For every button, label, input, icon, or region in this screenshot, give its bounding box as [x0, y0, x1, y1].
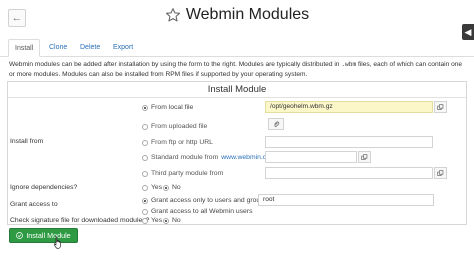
- arrow-left-icon: ←: [11, 12, 23, 24]
- radio-button[interactable]: [142, 184, 148, 191]
- copy-icon: [437, 169, 444, 176]
- radio-button[interactable]: [142, 139, 148, 146]
- radio-button[interactable]: [142, 123, 148, 130]
- standard-module-input[interactable]: [265, 151, 357, 163]
- install-module-button[interactable]: Install Module: [9, 228, 78, 243]
- tab-clone[interactable]: Clone: [43, 39, 73, 57]
- radio-button[interactable]: [142, 208, 148, 215]
- radio-standard-module[interactable]: Standard module from www.webmin.com: [142, 154, 276, 161]
- back-button[interactable]: ←: [8, 9, 26, 27]
- wbm-extension: .wbm: [341, 61, 357, 68]
- page-title: Webmin Modules: [185, 6, 310, 23]
- grant-access-users[interactable]: Grant access only to users and groups :: [142, 197, 271, 204]
- radio-button[interactable]: [142, 170, 148, 177]
- radio-button[interactable]: [142, 217, 148, 224]
- radio-local-file[interactable]: From local file: [142, 104, 193, 111]
- tab-install[interactable]: Install: [8, 39, 41, 57]
- users-groups-input[interactable]: root: [258, 194, 434, 206]
- panel-title: Install Module: [207, 84, 267, 95]
- radio-button[interactable]: [163, 184, 169, 191]
- third-party-chooser[interactable]: [434, 167, 447, 179]
- radio-third-party[interactable]: Third party module from: [142, 170, 223, 177]
- radio-button[interactable]: [142, 104, 148, 111]
- install-from-label: Install from: [10, 138, 44, 145]
- radio-uploaded-file[interactable]: From uploaded file: [142, 123, 207, 130]
- hand-pointer-icon: [53, 236, 61, 249]
- grant-access-all[interactable]: Grant access to all Webmin users: [142, 208, 253, 215]
- ftp-url-input[interactable]: [265, 136, 433, 148]
- grant-access-label: Grant access to: [10, 201, 58, 208]
- paperclip-icon: [273, 121, 279, 127]
- third-party-input[interactable]: [265, 167, 433, 179]
- ignore-deps-no[interactable]: No: [163, 184, 181, 191]
- standard-module-chooser[interactable]: [358, 151, 371, 163]
- upload-button[interactable]: [268, 118, 284, 130]
- module-description: Webmin modules can be added after instal…: [9, 61, 463, 78]
- radio-button[interactable]: [142, 154, 148, 161]
- star-icon[interactable]: [165, 7, 181, 23]
- radio-button[interactable]: [163, 217, 169, 224]
- ignore-deps-yes[interactable]: Yes: [142, 184, 162, 191]
- radio-ftp-url[interactable]: From ftp or http URL: [142, 139, 213, 146]
- check-signature-label: Check signature file for downloaded modu…: [10, 217, 150, 224]
- local-file-input[interactable]: /opt/geohelm.wbm.gz: [265, 101, 433, 113]
- ignore-deps-label: Ignore dependencies?: [10, 184, 78, 191]
- file-chooser-button[interactable]: [434, 101, 447, 113]
- check-signature-yes[interactable]: Yes: [142, 217, 162, 224]
- copy-icon: [361, 153, 368, 160]
- check-circle-icon: [16, 232, 24, 239]
- panel-divider: [8, 97, 466, 98]
- tab-delete[interactable]: Delete: [74, 39, 106, 57]
- check-signature-no[interactable]: No: [163, 217, 181, 224]
- sidebar-toggle-icon[interactable]: ◀: [462, 24, 474, 40]
- copy-icon: [437, 103, 444, 110]
- radio-button[interactable]: [142, 197, 148, 204]
- tab-export[interactable]: Export: [107, 39, 139, 57]
- page-header: Webmin Modules: [0, 6, 474, 24]
